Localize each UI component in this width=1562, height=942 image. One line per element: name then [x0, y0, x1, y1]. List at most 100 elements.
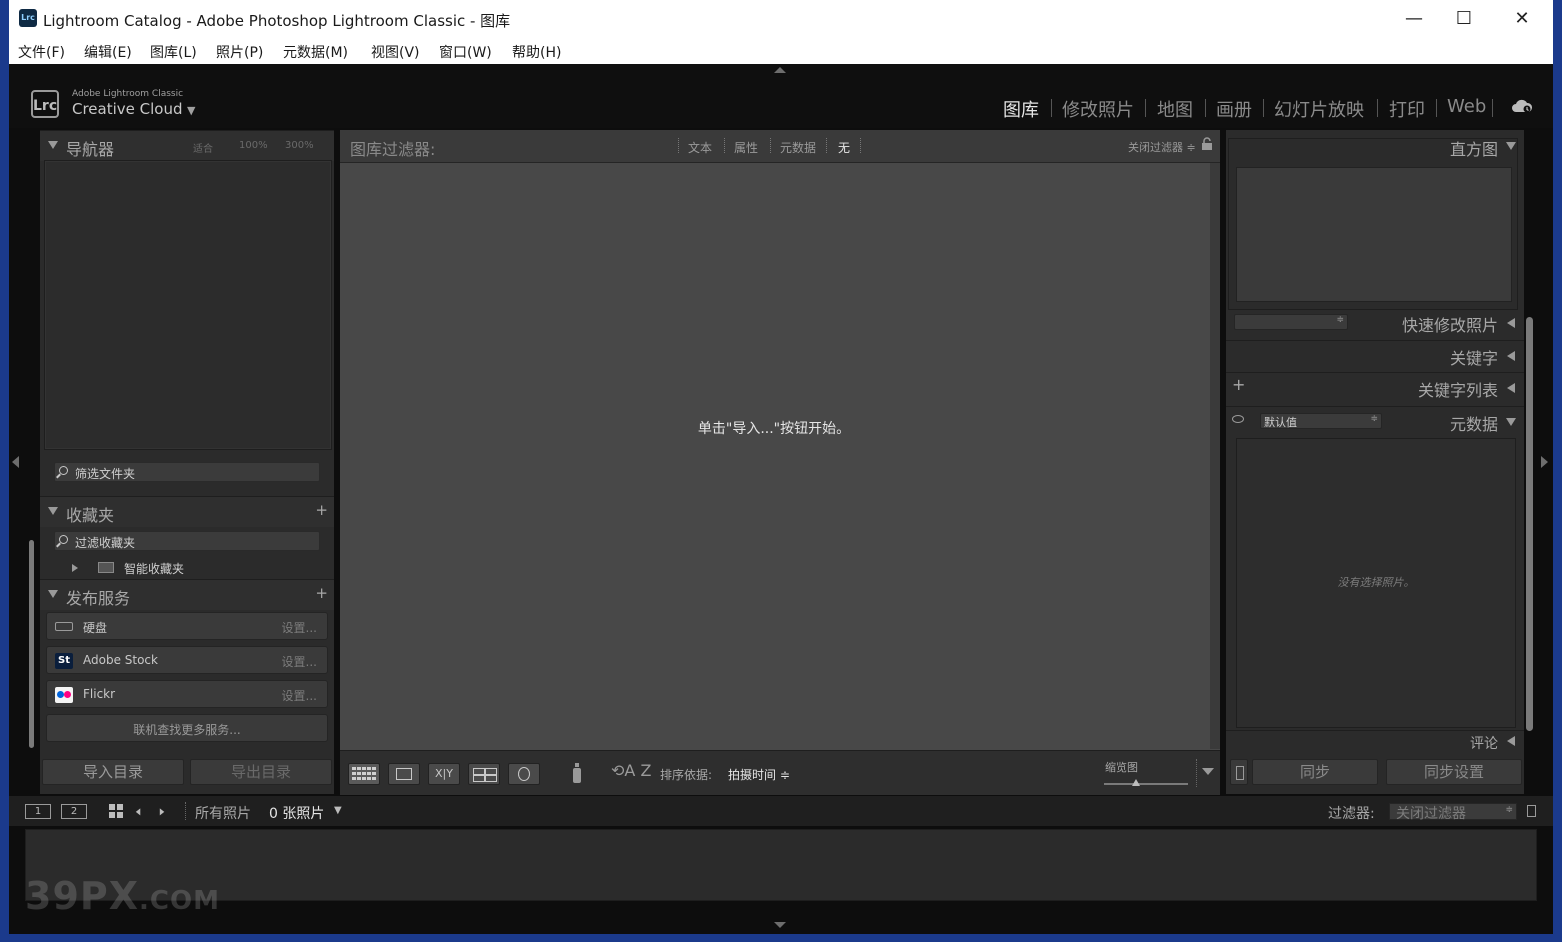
zoom-100[interactable]: 100%: [239, 140, 268, 151]
service-setup[interactable]: 设置...: [282, 619, 317, 636]
service-name: 硬盘: [83, 621, 108, 635]
filter-attribute[interactable]: 属性: [734, 139, 758, 156]
quick-develop-header[interactable]: ≑ 快速修改照片: [1226, 308, 1524, 336]
bottom-panel-toggle-icon[interactable]: [774, 922, 786, 928]
grid-scrollbar[interactable]: [1210, 163, 1220, 749]
right-panel-scrollbar[interactable]: [1526, 317, 1533, 731]
primary-window-button[interactable]: 1: [25, 804, 51, 819]
quick-develop-title: 快速修改照片: [1401, 316, 1498, 335]
collections-header[interactable]: 收藏夹 +: [40, 496, 334, 527]
smart-collections-item[interactable]: 智能收藏夹: [40, 558, 334, 578]
module-map[interactable]: 地图: [1157, 96, 1193, 122]
zoom-300[interactable]: 300%: [285, 140, 314, 151]
export-button[interactable]: 导出目录: [190, 759, 332, 785]
menu-library[interactable]: 图库(L): [150, 42, 197, 62]
filter-separator: [826, 138, 828, 153]
publish-services-header[interactable]: 发布服务 +: [40, 579, 334, 610]
toolbar-menu-chevron-icon[interactable]: [1202, 768, 1214, 775]
filter-preset-select[interactable]: 关闭过滤器 ≑: [1128, 139, 1196, 155]
grid-icon[interactable]: [109, 804, 123, 818]
slider-handle[interactable]: [1132, 779, 1140, 786]
people-view-icon[interactable]: [508, 763, 540, 785]
filter-metadata[interactable]: 元数据: [780, 139, 816, 156]
navigator-header[interactable]: 导航器 适合 100% 300%: [40, 130, 334, 161]
sync-settings-button[interactable]: 同步设置: [1386, 759, 1522, 785]
triangle-down-icon: [1506, 418, 1516, 426]
smart-collections-label: 智能收藏夹: [124, 562, 185, 576]
service-setup[interactable]: 设置...: [282, 687, 317, 704]
metadata-header[interactable]: 默认值 ≑ 元数据: [1226, 406, 1524, 435]
forward-arrow-icon[interactable]: 🢒: [159, 801, 165, 828]
cloud-sync-icon[interactable]: [1511, 98, 1533, 114]
module-develop[interactable]: 修改照片: [1062, 96, 1134, 122]
filter-collections-input[interactable]: 过滤收藏夹: [54, 531, 320, 551]
service-flickr[interactable]: Flickr 设置...: [46, 680, 328, 708]
top-panel-toggle-icon[interactable]: [774, 67, 786, 73]
photo-count[interactable]: 0 张照片: [269, 803, 324, 823]
left-panel-scrollbar[interactable]: [29, 540, 34, 748]
filter-none[interactable]: 无: [838, 139, 850, 156]
triangle-down-icon[interactable]: [1506, 142, 1516, 150]
module-slideshow[interactable]: 幻灯片放映: [1274, 96, 1364, 122]
spray-can-icon[interactable]: [572, 762, 582, 784]
eye-icon[interactable]: [1232, 415, 1244, 423]
filter-text[interactable]: 文本: [688, 139, 712, 156]
service-harddrive[interactable]: 硬盘 设置...: [46, 612, 328, 640]
compare-view-icon[interactable]: X|Y: [428, 763, 460, 785]
photo-grid[interactable]: [340, 163, 1208, 749]
menu-view[interactable]: 视图(V): [371, 42, 420, 62]
menu-window[interactable]: 窗口(W): [439, 42, 492, 62]
histogram-title[interactable]: 直方图: [1450, 136, 1498, 160]
histogram-display: [1236, 167, 1512, 302]
triangle-right-icon[interactable]: [72, 564, 78, 572]
chevron-down-icon[interactable]: ▼: [334, 805, 342, 816]
zoom-fit[interactable]: 适合: [193, 140, 213, 155]
survey-view-icon[interactable]: [468, 763, 500, 785]
menu-photo[interactable]: 照片(P): [216, 42, 263, 62]
add-keyword-icon[interactable]: +: [1232, 375, 1245, 394]
sort-select[interactable]: 拍摄时间 ≑: [728, 766, 790, 783]
comments-header[interactable]: 评论: [1226, 730, 1524, 752]
maximize-button[interactable]: ☐: [1435, 0, 1493, 38]
navigator-preview[interactable]: [44, 160, 332, 450]
keyword-list-header[interactable]: + 关键字列表: [1226, 372, 1524, 401]
back-arrow-icon[interactable]: 🢐: [135, 801, 141, 828]
secondary-window-button[interactable]: 2: [61, 804, 87, 819]
close-button[interactable]: ✕: [1493, 0, 1551, 38]
menu-file[interactable]: 文件(F): [18, 42, 65, 62]
module-print[interactable]: 打印: [1389, 96, 1425, 122]
module-book[interactable]: 画册: [1216, 96, 1252, 122]
module-web[interactable]: Web: [1447, 96, 1486, 117]
menu-edit[interactable]: 编辑(E): [84, 42, 132, 62]
sort-direction-icon[interactable]: ⟲A Z: [611, 761, 651, 780]
import-button[interactable]: 导入目录: [42, 759, 184, 785]
brand-cloud[interactable]: Creative Cloud: [72, 100, 183, 118]
filmstrip-source[interactable]: 所有照片: [195, 803, 251, 823]
service-adobe-stock[interactable]: St Adobe Stock 设置...: [46, 646, 328, 674]
loupe-view-icon[interactable]: [388, 763, 420, 785]
left-panel-toggle-icon[interactable]: [12, 456, 19, 468]
right-panel-toggle-icon[interactable]: [1541, 456, 1548, 468]
menu-help[interactable]: 帮助(H): [512, 42, 561, 62]
filmstrip-filter-select[interactable]: 关闭过滤器 ≑: [1389, 803, 1517, 822]
filter-folders-input[interactable]: 筛选文件夹: [54, 462, 320, 482]
filter-lock-toggle[interactable]: [1527, 805, 1536, 817]
filmstrip-filter-value: 关闭过滤器: [1396, 806, 1466, 822]
grid-view-icon[interactable]: [348, 763, 380, 785]
saved-preset-select[interactable]: ≑: [1234, 314, 1348, 330]
thumbnail-size-slider[interactable]: [1104, 783, 1188, 785]
keywording-header[interactable]: 关键字: [1226, 340, 1524, 369]
auto-sync-toggle[interactable]: [1230, 759, 1248, 785]
module-library[interactable]: 图库: [1003, 96, 1039, 122]
service-setup[interactable]: 设置...: [282, 653, 317, 670]
lock-icon[interactable]: [1201, 137, 1213, 151]
filmstrip-area[interactable]: [25, 829, 1537, 901]
triangle-down-icon: [48, 590, 58, 598]
metadata-preset-select[interactable]: 默认值 ≑: [1260, 413, 1382, 429]
sync-button[interactable]: 同步: [1252, 759, 1378, 785]
chevron-down-icon[interactable]: ▼: [187, 104, 195, 117]
find-more-services-button[interactable]: 联机查找更多服务...: [46, 714, 328, 742]
add-collection-icon[interactable]: +: [315, 501, 328, 519]
add-service-icon[interactable]: +: [315, 584, 328, 602]
menu-metadata[interactable]: 元数据(M): [283, 42, 348, 62]
